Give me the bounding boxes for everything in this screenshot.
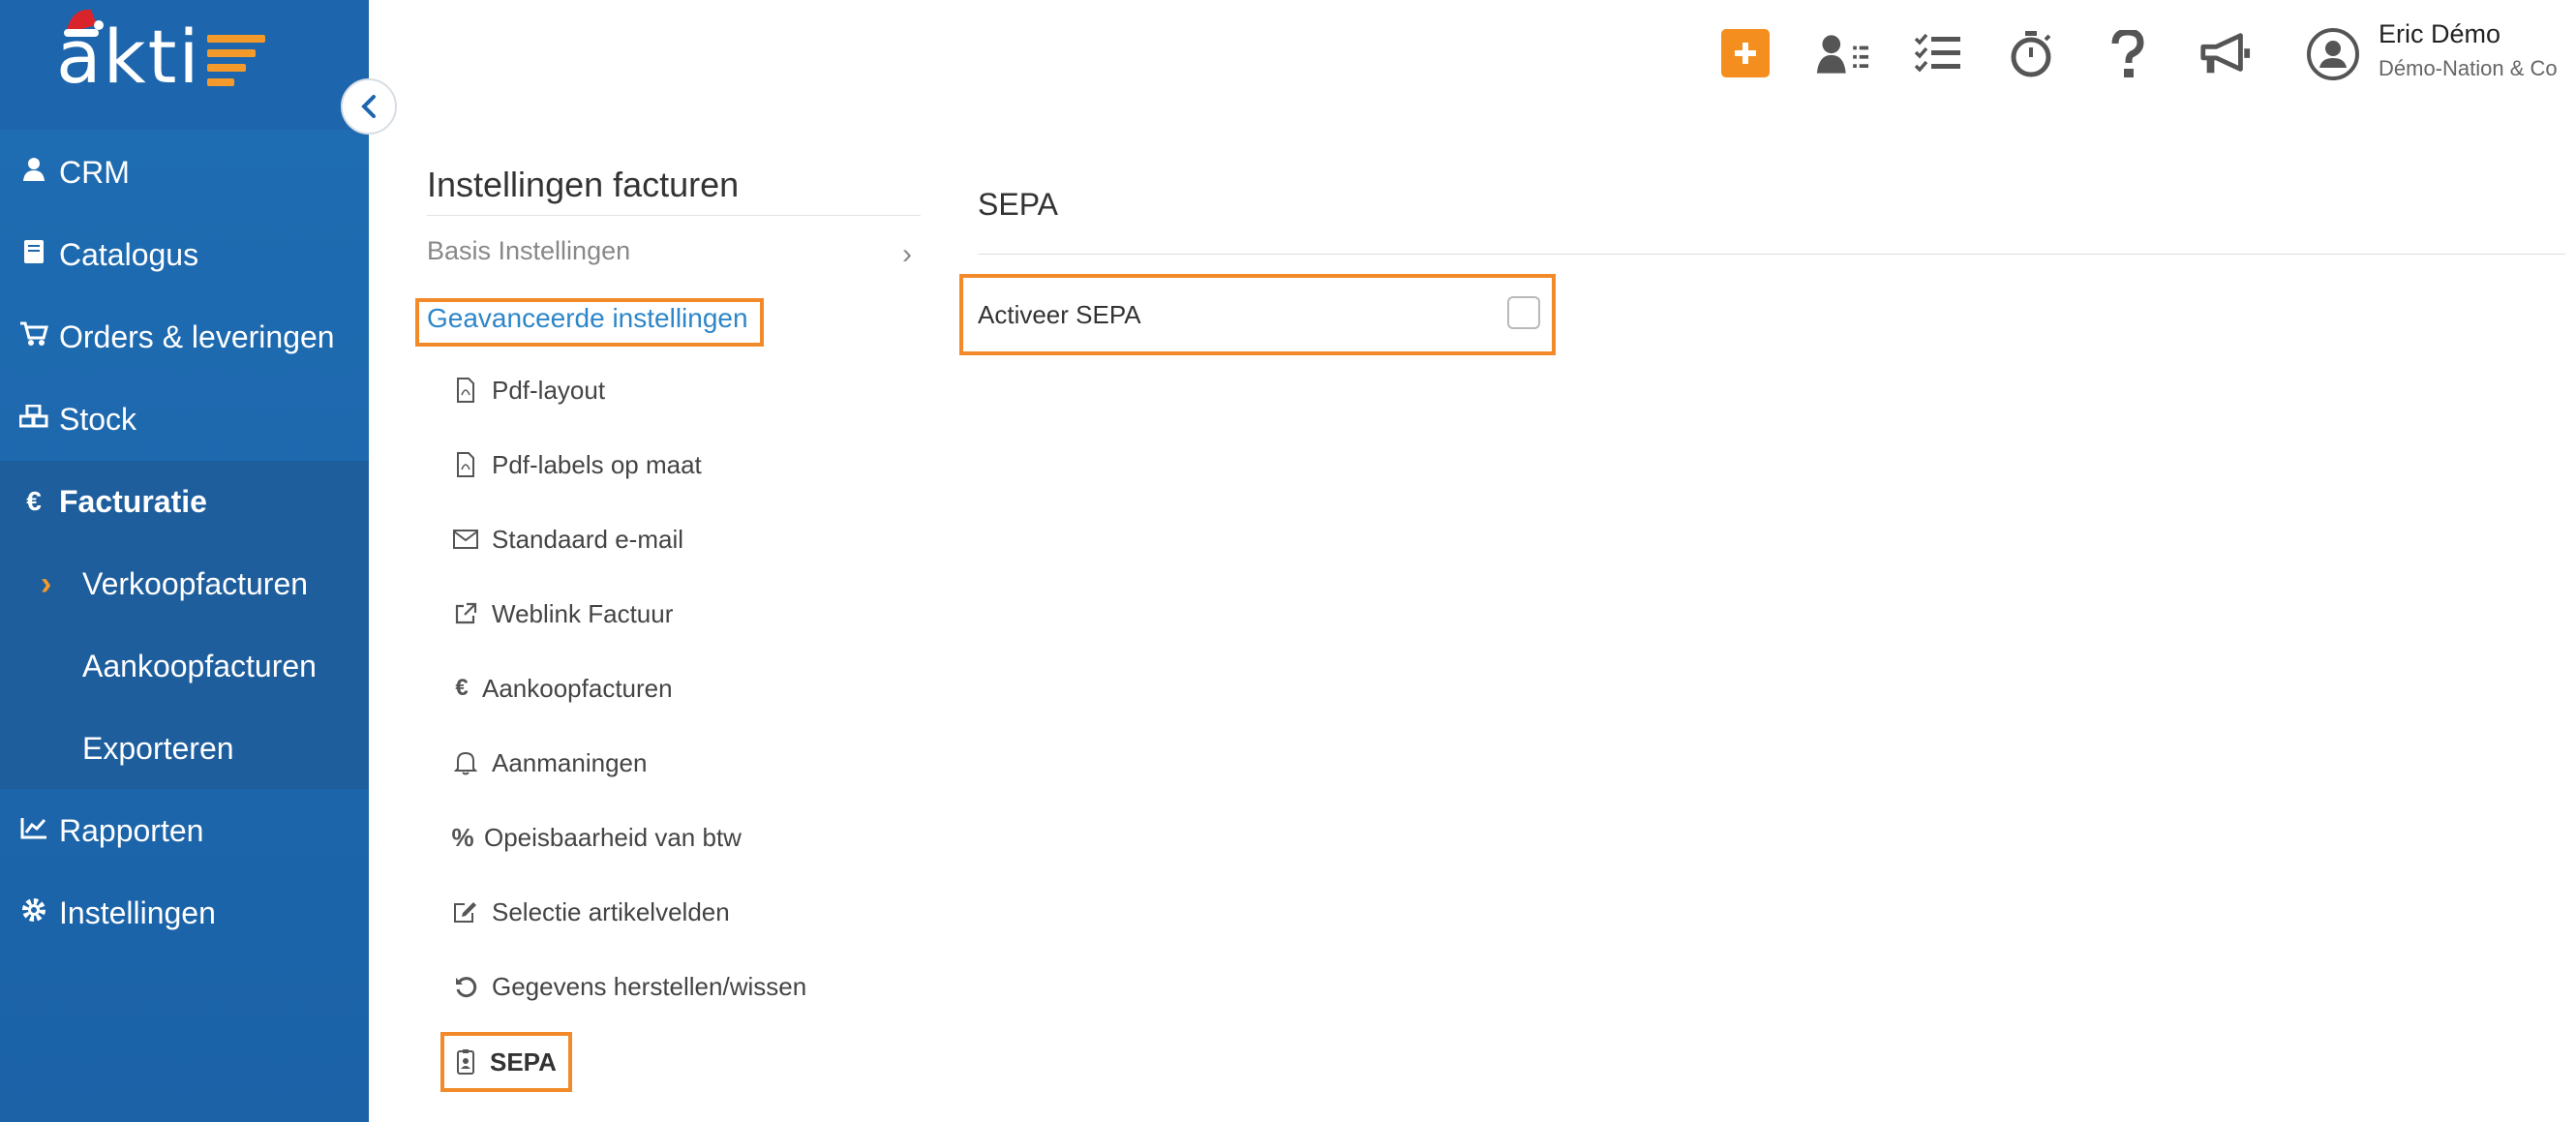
sidebar-item-orders[interactable]: Orders & leveringen <box>0 296 369 378</box>
activate-sepa-label: Activeer SEPA <box>978 300 1141 329</box>
menu-item-pdf-layout[interactable]: Pdf-layout <box>453 371 605 409</box>
sidebar-item-crm[interactable]: CRM <box>0 132 369 213</box>
user-icon <box>19 157 48 189</box>
menu-item-sepa[interactable]: SEPA <box>453 1043 557 1081</box>
bell-icon <box>453 750 478 775</box>
menu-item-label: SEPA <box>490 1046 557 1077</box>
menu-item-aankoopfacturen[interactable]: € Aankoopfacturen <box>453 669 673 708</box>
santa-hat-icon <box>64 9 104 37</box>
settings-title: Instellingen facturen <box>427 165 740 204</box>
sidebar-item-rapporten[interactable]: Rapporten <box>0 790 369 871</box>
sidebar-item-catalogus[interactable]: Catalogus <box>0 214 369 295</box>
panel-title: SEPA <box>978 187 1058 222</box>
sidebar-item-label: Instellingen <box>59 895 216 930</box>
envelope-icon <box>453 527 478 552</box>
megaphone-icon[interactable] <box>2197 27 2252 81</box>
sidebar-item-facturatie[interactable]: € Facturatie <box>0 461 369 542</box>
chevron-right-icon: › <box>902 238 912 270</box>
menu-item-label: Pdf-layout <box>492 375 606 405</box>
menu-item-label: Standaard e-mail <box>492 524 683 554</box>
advanced-settings-link[interactable]: Geavanceerde instellingen <box>427 303 748 334</box>
sidebar-item-label: Aankoopfacturen <box>82 648 317 683</box>
gear-icon <box>19 896 48 930</box>
menu-item-standaard-email[interactable]: Standaard e-mail <box>453 520 683 559</box>
divider <box>427 215 921 216</box>
menu-item-gegevens-herstellen[interactable]: Gegevens herstellen/wissen <box>453 967 806 1006</box>
menu-item-selectie-artikelvelden[interactable]: Selectie artikelvelden <box>453 893 730 931</box>
tasks-checklist-icon[interactable] <box>1911 27 1965 81</box>
edit-icon <box>453 899 478 925</box>
menu-item-weblink-factuur[interactable]: Weblink Factuur <box>453 594 673 633</box>
sidebar-item-label: Orders & leveringen <box>59 318 335 354</box>
sidebar-item-stock[interactable]: Stock <box>0 379 369 460</box>
sidebar-item-label: Rapporten <box>59 812 204 848</box>
add-new-button[interactable] <box>1721 29 1770 77</box>
user-name[interactable]: Eric Démo <box>2379 19 2500 49</box>
logo-area: akti <box>0 0 369 130</box>
logo-bars <box>206 34 265 86</box>
plus-icon <box>1735 43 1756 64</box>
pdf-icon <box>453 378 478 403</box>
menu-item-label: Aanmaningen <box>492 747 648 777</box>
chevron-right-icon: › <box>41 564 52 602</box>
external-link-icon <box>453 601 478 626</box>
collapse-sidebar-button[interactable] <box>341 78 397 135</box>
book-icon <box>19 239 48 271</box>
menu-item-aanmaningen[interactable]: Aanmaningen <box>453 743 647 782</box>
stopwatch-icon[interactable] <box>2004 27 2058 81</box>
sidebar-item-exporteren[interactable]: Exporteren <box>0 708 369 789</box>
euro-icon: € <box>26 486 42 516</box>
activate-sepa-checkbox[interactable] <box>1507 296 1540 329</box>
id-badge-icon <box>453 1049 478 1075</box>
sidebar-item-instellingen[interactable]: Instellingen <box>0 872 369 954</box>
contacts-list-icon[interactable] <box>1815 27 1869 81</box>
undo-icon <box>453 974 478 999</box>
sidebar-item-label: Exporteren <box>82 730 234 766</box>
menu-item-label: Pdf-labels op maat <box>492 449 702 479</box>
user-avatar-icon[interactable] <box>2306 27 2360 81</box>
divider <box>978 254 2565 255</box>
basis-settings-link[interactable]: Basis Instellingen <box>427 236 630 266</box>
pdf-icon <box>453 452 478 477</box>
sidebar-item-label: Catalogus <box>59 236 199 272</box>
cart-icon <box>19 321 48 353</box>
menu-item-pdf-labels[interactable]: Pdf-labels op maat <box>453 445 702 484</box>
menu-item-label: Selectie artikelvelden <box>492 896 730 926</box>
user-company: Démo-Nation & Co <box>2379 56 2558 80</box>
menu-item-label: Opeisbaarheid van btw <box>484 822 742 852</box>
sidebar-item-aankoopfacturen[interactable]: Aankoopfacturen <box>0 625 369 707</box>
sidebar: akti CRM Catalogus Orders & leveringen S… <box>0 0 369 1122</box>
percent-icon: % <box>451 822 474 852</box>
sidebar-item-label: Facturatie <box>59 483 207 519</box>
sidebar-item-label: CRM <box>59 154 130 190</box>
boxes-icon <box>18 404 48 435</box>
chevron-left-icon <box>361 95 376 118</box>
euro-icon: € <box>455 675 469 701</box>
menu-item-label: Weblink Factuur <box>492 598 674 628</box>
akti-logo[interactable]: akti <box>56 9 265 101</box>
menu-item-label: Aankoopfacturen <box>482 673 673 703</box>
chart-icon <box>19 815 48 846</box>
sidebar-item-label: Stock <box>59 401 137 437</box>
menu-item-label: Gegevens herstellen/wissen <box>492 971 807 1001</box>
sidebar-item-label: Verkoopfacturen <box>82 565 309 601</box>
sidebar-item-verkoopfacturen[interactable]: › Verkoopfacturen <box>0 543 369 624</box>
menu-item-opeisbaarheid-btw[interactable]: % Opeisbaarheid van btw <box>451 818 742 857</box>
help-question-icon[interactable] <box>2101 27 2155 81</box>
